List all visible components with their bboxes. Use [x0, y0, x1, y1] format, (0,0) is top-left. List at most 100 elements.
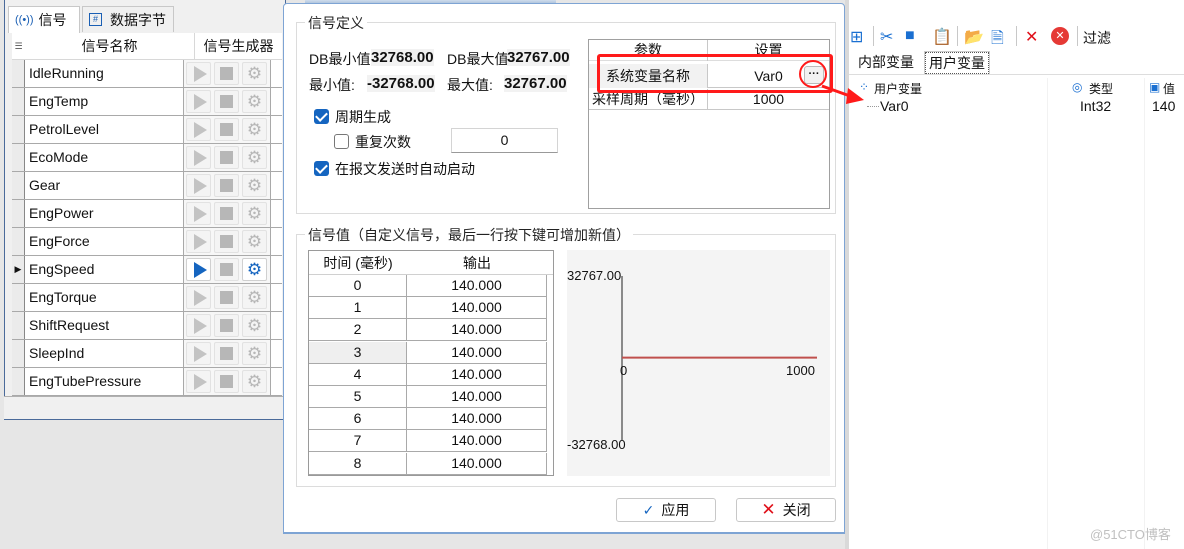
settings-button[interactable]: ⚙: [242, 174, 267, 197]
start-button[interactable]: [186, 230, 211, 253]
output-cell[interactable]: 140.000: [407, 363, 547, 385]
column-header-generator[interactable]: 信号生成器: [195, 33, 282, 60]
settings-button[interactable]: ⚙: [242, 118, 267, 141]
value-row[interactable]: 8 140.000: [309, 452, 547, 475]
signal-row[interactable]: EngForce ⚙: [12, 228, 282, 256]
column-chooser-icon[interactable]: ☰: [12, 33, 25, 60]
output-cell[interactable]: 140.000: [407, 386, 547, 407]
signal-row[interactable]: EngTorque ⚙: [12, 284, 282, 312]
filter-button[interactable]: 过滤: [1083, 28, 1111, 48]
stop-button[interactable]: [214, 202, 239, 225]
row-selector[interactable]: [12, 284, 25, 311]
output-cell[interactable]: 140.000: [407, 275, 547, 296]
stop-button[interactable]: [214, 258, 239, 281]
signal-row[interactable]: ShiftRequest ⚙: [12, 312, 282, 340]
settings-button[interactable]: ⚙: [242, 286, 267, 309]
value-row[interactable]: 1 140.000: [309, 297, 547, 320]
tab-signals[interactable]: ((•)) 信号: [8, 6, 80, 33]
output-cell[interactable]: 140.000: [407, 408, 547, 430]
row-selector[interactable]: ▶: [12, 256, 25, 283]
output-cell[interactable]: 140.000: [407, 341, 547, 363]
time-cell[interactable]: 0: [309, 275, 407, 296]
tab-internal-variables[interactable]: 内部变量: [855, 52, 917, 74]
export-icon[interactable]: 🗎: [991, 27, 1004, 54]
time-cell[interactable]: 3: [309, 341, 407, 363]
row-selector[interactable]: [12, 368, 25, 395]
repeat-checkbox[interactable]: [334, 134, 349, 149]
start-button[interactable]: [186, 342, 211, 365]
row-selector[interactable]: [12, 144, 25, 171]
row-selector[interactable]: [12, 172, 25, 199]
tab-data-bytes[interactable]: # 数据字节: [82, 6, 174, 32]
import-icon[interactable]: 📂: [964, 27, 984, 47]
start-button[interactable]: [186, 118, 211, 141]
output-cell[interactable]: 140.000: [407, 430, 547, 452]
delete-all-icon[interactable]: ✕: [1051, 27, 1069, 45]
delete-icon[interactable]: ✕: [1025, 27, 1038, 47]
row-selector[interactable]: [12, 88, 25, 115]
column-header-output[interactable]: 输出: [407, 251, 547, 275]
signal-row[interactable]: PetrolLevel ⚙: [12, 116, 282, 144]
stop-button[interactable]: [214, 230, 239, 253]
stop-button[interactable]: [214, 146, 239, 169]
value-row[interactable]: 0 140.000: [309, 275, 547, 297]
row-selector[interactable]: [12, 200, 25, 227]
signal-row[interactable]: ▶ EngSpeed ⚙: [12, 256, 282, 284]
time-cell[interactable]: 7: [309, 430, 407, 452]
tree-item-name[interactable]: Var0: [880, 98, 909, 114]
signal-row[interactable]: Gear ⚙: [12, 172, 282, 200]
settings-button[interactable]: ⚙: [242, 314, 267, 337]
start-button[interactable]: [186, 146, 211, 169]
settings-button[interactable]: ⚙: [242, 146, 267, 169]
stop-button[interactable]: [214, 314, 239, 337]
value-row[interactable]: 6 140.000: [309, 408, 547, 431]
apply-button[interactable]: ✓ 应用: [616, 498, 716, 522]
row-selector[interactable]: [12, 60, 25, 87]
column-header-time[interactable]: 时间 (毫秒): [309, 251, 407, 275]
stop-button[interactable]: [214, 342, 239, 365]
start-button[interactable]: [186, 370, 211, 393]
settings-button[interactable]: ⚙: [242, 370, 267, 393]
paste-icon[interactable]: 📋: [932, 27, 952, 47]
start-button[interactable]: [186, 202, 211, 225]
value-row[interactable]: 4 140.000: [309, 363, 547, 386]
value-row[interactable]: 7 140.000: [309, 430, 547, 453]
tree-header-name[interactable]: 用户变量: [874, 80, 922, 97]
periodic-checkbox[interactable]: [314, 109, 329, 124]
signal-row[interactable]: EngTubePressure ⚙: [12, 368, 282, 396]
autostart-checkbox[interactable]: [314, 161, 329, 176]
signal-row[interactable]: EngPower ⚙: [12, 200, 282, 228]
signal-row[interactable]: SleepInd ⚙: [12, 340, 282, 368]
repeat-count-input[interactable]: 0: [451, 128, 558, 153]
settings-button[interactable]: ⚙: [242, 230, 267, 253]
tree-header-value[interactable]: 值: [1163, 80, 1175, 97]
add-variable-icon[interactable]: ⊞: [850, 27, 863, 47]
start-button[interactable]: [186, 314, 211, 337]
stop-button[interactable]: [214, 62, 239, 85]
settings-button[interactable]: ⚙: [242, 202, 267, 225]
value-row[interactable]: 5 140.000: [309, 386, 547, 408]
settings-button[interactable]: ⚙: [242, 62, 267, 85]
start-button[interactable]: [186, 258, 211, 281]
start-button[interactable]: [186, 62, 211, 85]
start-button[interactable]: [186, 286, 211, 309]
signal-row[interactable]: EcoMode ⚙: [12, 144, 282, 172]
stop-button[interactable]: [214, 370, 239, 393]
tree-header-type[interactable]: 类型: [1089, 80, 1113, 97]
time-cell[interactable]: 6: [309, 408, 407, 430]
start-button[interactable]: [186, 90, 211, 113]
row-selector[interactable]: [12, 340, 25, 367]
tab-user-variables[interactable]: 用户变量: [925, 52, 989, 74]
time-cell[interactable]: 4: [309, 363, 407, 385]
time-cell[interactable]: 5: [309, 386, 407, 407]
output-cell[interactable]: 140.000: [407, 452, 547, 474]
output-cell[interactable]: 140.000: [407, 297, 547, 319]
stop-button[interactable]: [214, 286, 239, 309]
stop-button[interactable]: [214, 174, 239, 197]
row-selector[interactable]: [12, 228, 25, 255]
time-cell[interactable]: 8: [309, 452, 407, 474]
value-row[interactable]: 2 140.000: [309, 319, 547, 342]
time-cell[interactable]: 1: [309, 297, 407, 319]
signal-row[interactable]: IdleRunning ⚙: [12, 60, 282, 88]
row-selector[interactable]: [12, 116, 25, 143]
